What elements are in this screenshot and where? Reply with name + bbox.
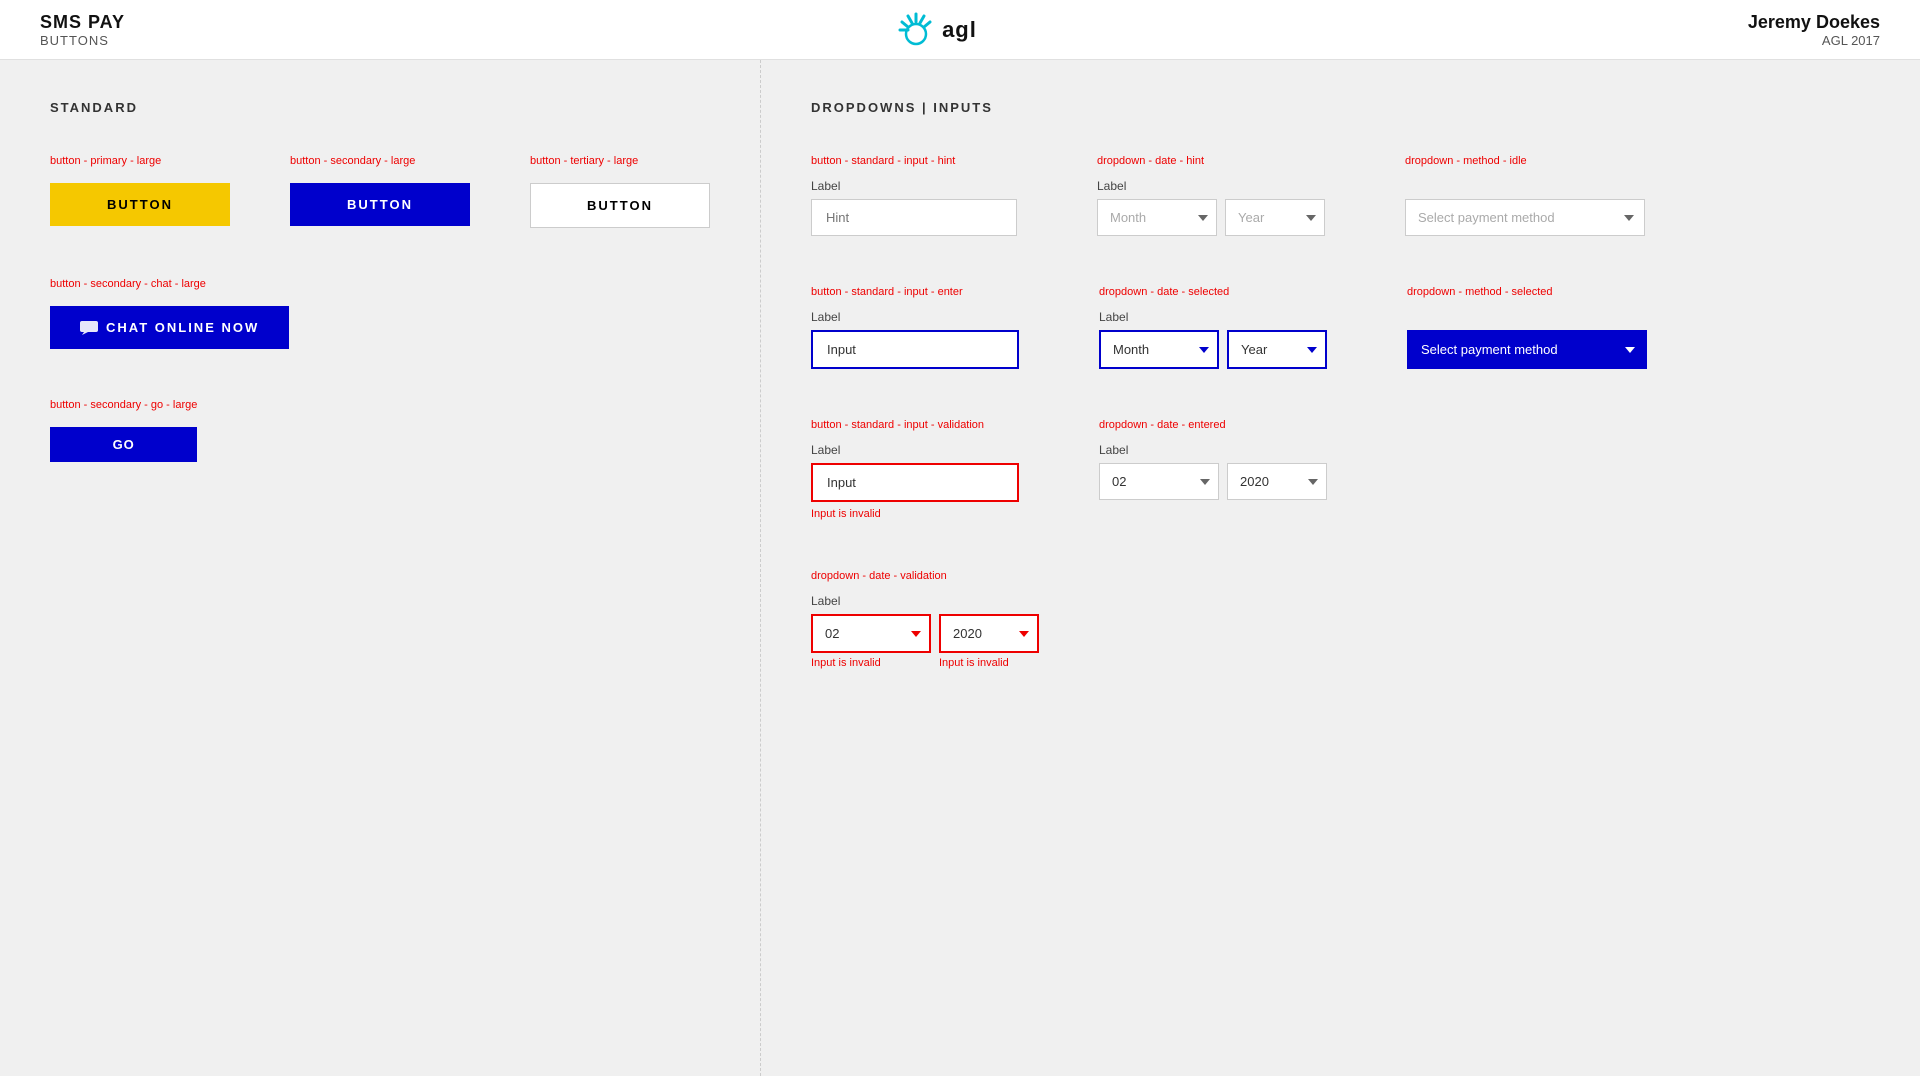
dropdown-row-2: button - standard - input - enter Label … — [811, 286, 1870, 369]
date-validation-field-label: Label — [811, 594, 1039, 608]
chat-large-button[interactable]: CHAT ONLINE NOW — [50, 306, 289, 349]
right-panel: DROPDOWNS | INPUTS button - standard - i… — [761, 60, 1920, 1076]
year-selected-select[interactable]: Year 20202021 — [1227, 330, 1327, 369]
header-right: Jeremy Doekes AGL 2017 — [1748, 12, 1880, 48]
method-idle-select[interactable]: Select payment method Credit Card Bank T… — [1405, 199, 1645, 236]
date-validation-group: 02 0103 Input is invalid 2020 2021 Input… — [811, 614, 1039, 669]
dropdown-row-3: button - standard - input - validation L… — [811, 419, 1870, 520]
tertiary-large-button[interactable]: BUTTON — [530, 183, 710, 228]
standard-section-title: STANDARD — [50, 100, 710, 115]
year-validation-message: Input is invalid — [939, 657, 1039, 669]
date-entered-group: 02 0103 2020 2021 — [1099, 463, 1327, 500]
method-selected-field-label — [1407, 310, 1697, 324]
main-content: STANDARD button - primary - large BUTTON… — [0, 60, 1920, 1076]
month-validation-select[interactable]: 02 0103 — [811, 614, 931, 653]
year-validation-wrapper: 2020 2021 Input is invalid — [939, 614, 1039, 669]
left-panel: STANDARD button - primary - large BUTTON… — [0, 60, 761, 1076]
month-validation-message: Input is invalid — [811, 657, 931, 669]
button-row-3: button - secondary - go - large GO — [50, 399, 710, 462]
year-entered-select[interactable]: 2020 2021 — [1227, 463, 1327, 500]
input-hint-field-label: Label — [811, 179, 1017, 193]
date-hint-top-label: dropdown - date - hint — [1097, 155, 1325, 167]
primary-button-label: button - primary - large — [50, 155, 230, 167]
button-row-1: button - primary - large BUTTON button -… — [50, 155, 710, 228]
app-subtitle: BUTTONS — [40, 33, 125, 48]
input-hint-top-label: button - standard - input - hint — [811, 155, 1017, 167]
hint-input[interactable] — [811, 199, 1017, 236]
date-hint-field-label: Label — [1097, 179, 1325, 193]
tertiary-button-label: button - tertiary - large — [530, 155, 710, 167]
dropdown-date-selected-component: dropdown - date - selected Label Month 0… — [1099, 286, 1327, 369]
dropdown-date-entered-component: dropdown - date - entered Label 02 0103 … — [1099, 419, 1327, 500]
method-idle-top-label: dropdown - method - idle — [1405, 155, 1695, 167]
month-validation-wrapper: 02 0103 Input is invalid — [811, 614, 931, 669]
date-selected-field-label: Label — [1099, 310, 1327, 324]
input-validation-top-label: button - standard - input - validation — [811, 419, 1019, 431]
header-left: SMS PAY BUTTONS — [40, 12, 125, 48]
dropdowns-section-title: DROPDOWNS | INPUTS — [811, 100, 1870, 115]
input-validation-component: button - standard - input - validation L… — [811, 419, 1019, 520]
date-selected-group: Month 010203 Year 20202021 — [1099, 330, 1327, 369]
agl-logo-icon — [896, 12, 936, 48]
date-entered-field-label: Label — [1099, 443, 1327, 457]
button-row-2: button - secondary - chat - large CHAT O… — [50, 278, 710, 349]
input-enter-component: button - standard - input - enter Label — [811, 286, 1019, 369]
dropdown-date-hint-component: dropdown - date - hint Label Month 01020… — [1097, 155, 1325, 236]
secondary-large-button[interactable]: BUTTON — [290, 183, 470, 226]
enter-input[interactable] — [811, 330, 1019, 369]
go-button-label: button - secondary - go - large — [50, 399, 197, 411]
header: SMS PAY BUTTONS agl Jeremy Doekes AGL 20… — [0, 0, 1920, 60]
dropdown-row-1: button - standard - input - hint Label d… — [811, 155, 1870, 236]
input-validation-field-label: Label — [811, 443, 1019, 457]
dropdown-method-idle-component: dropdown - method - idle Select payment … — [1405, 155, 1695, 236]
user-name: Jeremy Doekes — [1748, 12, 1880, 33]
secondary-button-label: button - secondary - large — [290, 155, 470, 167]
dropdown-method-selected-component: dropdown - method - selected Select paym… — [1407, 286, 1697, 369]
date-validation-top-label: dropdown - date - validation — [811, 570, 1039, 582]
input-enter-field-label: Label — [811, 310, 1019, 324]
dropdown-date-validation-component: dropdown - date - validation Label 02 01… — [811, 570, 1039, 669]
date-hint-group: Month 010203 Year 20202021 — [1097, 199, 1325, 236]
method-selected-top-label: dropdown - method - selected — [1407, 286, 1697, 298]
secondary-button-component: button - secondary - large BUTTON — [290, 155, 470, 226]
year-hint-select[interactable]: Year 20202021 — [1225, 199, 1325, 236]
go-button-component: button - secondary - go - large GO — [50, 399, 197, 462]
month-entered-select[interactable]: 02 0103 — [1099, 463, 1219, 500]
go-button[interactable]: GO — [50, 427, 197, 462]
header-year: AGL 2017 — [1748, 33, 1880, 48]
month-selected-select[interactable]: Month 010203 — [1099, 330, 1219, 369]
chat-button-component: button - secondary - chat - large CHAT O… — [50, 278, 289, 349]
logo-text: agl — [942, 17, 977, 43]
year-validation-select[interactable]: 2020 2021 — [939, 614, 1039, 653]
primary-large-button[interactable]: BUTTON — [50, 183, 230, 226]
month-hint-select[interactable]: Month 010203 — [1097, 199, 1217, 236]
method-selected-select[interactable]: Select payment method Credit Card — [1407, 330, 1647, 369]
input-hint-component: button - standard - input - hint Label — [811, 155, 1017, 236]
primary-button-component: button - primary - large BUTTON — [50, 155, 230, 226]
logo: agl — [896, 12, 977, 48]
app-title: SMS PAY — [40, 12, 125, 33]
input-validation-message: Input is invalid — [811, 508, 1019, 520]
tertiary-button-component: button - tertiary - large BUTTON — [530, 155, 710, 228]
validation-input[interactable] — [811, 463, 1019, 502]
chat-icon — [80, 321, 98, 335]
dropdown-row-4: dropdown - date - validation Label 02 01… — [811, 570, 1870, 669]
chat-button-label: button - secondary - chat - large — [50, 278, 289, 290]
date-selected-top-label: dropdown - date - selected — [1099, 286, 1327, 298]
date-entered-top-label: dropdown - date - entered — [1099, 419, 1327, 431]
input-enter-top-label: button - standard - input - enter — [811, 286, 1019, 298]
method-idle-field-label — [1405, 179, 1695, 193]
